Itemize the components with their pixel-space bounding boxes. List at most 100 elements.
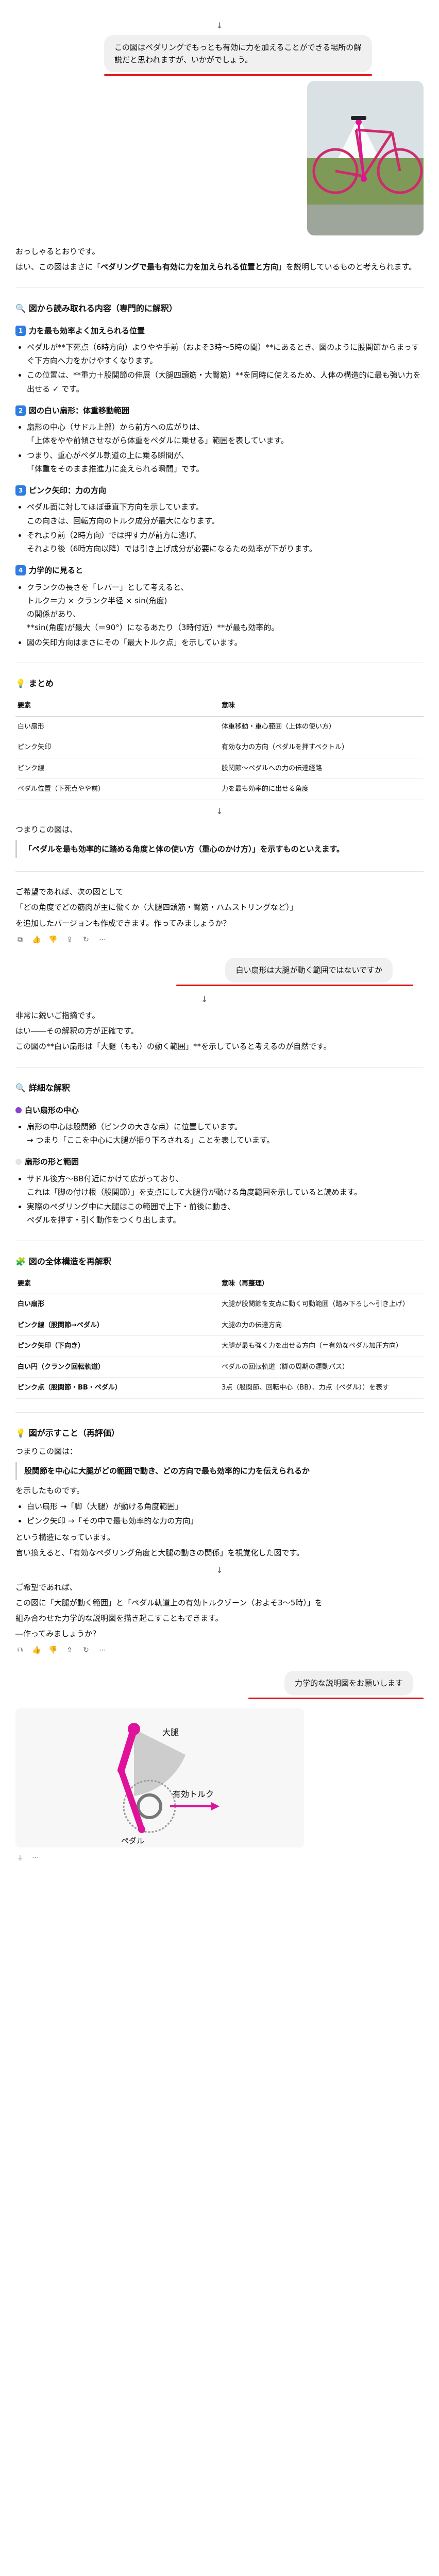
lightbulb-icon: 💡 — [15, 1428, 26, 1438]
subsection-4: 4 力学的に見ると — [15, 564, 424, 577]
conclusion-quote: 「ペダルを最も効率的に踏める角度と体の使い方（重心のかけ方）」を示すものといえま… — [15, 840, 424, 858]
number-badge-3: 3 — [15, 485, 26, 496]
torque-arrow-head — [211, 1802, 220, 1810]
message-actions: ⧉ 👍 👎 ⇪ ↻ ⋯ — [15, 1646, 424, 1655]
table-header: 意味 — [220, 696, 424, 717]
thigh-range-sector — [134, 1728, 185, 1796]
offer-text: ―作ってみましょうか？ — [15, 1629, 100, 1639]
summary-table: 要素 意味 白い扇形 体重移動・重心範囲（上体の使い方） ピンク矢印 有効な力の方向… — [15, 696, 424, 800]
highlight-underline — [176, 984, 413, 986]
table-row: ピンク点（股関節・BB・ペダル） 3点（股関節、回転中心（BB）、力点（ペダル））… — [15, 1377, 424, 1399]
number-badge-2: 2 — [15, 405, 26, 416]
magnifier-icon: 🔍 — [15, 1082, 26, 1093]
more-icon[interactable]: ⋯ — [98, 1646, 107, 1655]
scroll-down-icon: ↓ — [216, 806, 223, 816]
table-row: ピンク矢印（下向き） 大腿が最も強く力を出せる方向（＝有効なペダル加圧方向） — [15, 1335, 424, 1357]
bicycle-photo[interactable] — [307, 81, 424, 235]
offer-text: 組み合わせた力学的な説明図を描き起こすこともできます。 — [15, 1614, 223, 1623]
regenerate-icon[interactable]: ↻ — [81, 1646, 91, 1655]
scroll-down-icon: ↓ — [216, 21, 223, 30]
list: ペダルが**下死点（6時方向）よりやや手前（およそ3時〜5時の間）**にあるとき… — [27, 341, 424, 396]
pedal-label: ペダル — [121, 1836, 144, 1845]
user-message-1: この図はペダリングでもっとも有効に力を加えることができる場所の解説だと思われます… — [15, 35, 424, 235]
paragraph: を示したものです。 — [15, 1486, 85, 1496]
section-heading: 💡 図が示すこと（再評価） — [15, 1426, 424, 1440]
list-item: 実際のペダリング中に大腿はこの範囲で上下・前後に動き、ペダルを押す・引く動作をつ… — [27, 1200, 424, 1227]
purple-dot-icon — [15, 1107, 22, 1113]
thumbs-up-icon[interactable]: 👍 — [32, 935, 41, 944]
magnifier-icon: 🔍 — [15, 303, 26, 313]
bicycle-illustration — [307, 81, 424, 235]
subsection-b: 扇形の形と範囲 — [15, 1155, 424, 1168]
table-row: ピンク線（股関節→ペダル） 大腿の力の伝達方向 — [15, 1315, 424, 1336]
table-row: ピンク矢印 有効な力の方向（ペダルを押すベクトル） — [15, 737, 424, 758]
regenerate-icon[interactable]: ↻ — [81, 935, 91, 944]
list-item: 扇形の中心（サドル上部）から前方への広がりは、「上体をやや前傾させながら体重をペ… — [27, 420, 424, 448]
assistant-response-2: 非常に鋭いご指摘です。 はい――その解釈の方が正確です。 この図の**白い扇形は… — [15, 1009, 424, 1655]
response-intro: はい――その解釈の方が正確です。 — [15, 1026, 139, 1036]
hip-joint-point — [128, 1722, 140, 1735]
more-icon[interactable]: ⋯ — [31, 1854, 40, 1863]
response-intro: この図の**白い扇形は「大腿（もも）の動く範囲」**を示していると考えるのが自然… — [15, 1042, 331, 1052]
thumbs-down-icon[interactable]: 👎 — [48, 935, 58, 944]
share-icon[interactable]: ⇪ — [65, 935, 74, 944]
copy-icon[interactable]: ⧉ — [15, 935, 25, 944]
list-item: この位置は、**重力＋股関節の伸展（大腿四頭筋・大臀筋）**を同時に使えるため、… — [27, 368, 424, 396]
list-item: つまり、重心がペダル軌道の上に乗る瞬間が、「体重をそのまま推進力に変えられる瞬間… — [27, 449, 424, 476]
torque-label: 有効トルク — [173, 1789, 214, 1799]
section-heading: 🧩 図の全体構造を再解釈 — [15, 1255, 424, 1269]
number-badge-1: 1 — [15, 325, 26, 336]
mechanics-diagram[interactable]: 大腿 有効トルク ペダル — [15, 1708, 304, 1848]
thigh-label: 大腿 — [162, 1727, 179, 1737]
subsection-1: 1 力を最も効率よく加えられる位置 — [15, 324, 424, 337]
highlight-underline — [248, 1697, 424, 1699]
copy-icon[interactable]: ⧉ — [15, 1646, 25, 1655]
image-actions: ⤓ ⋯ — [15, 1854, 424, 1863]
download-icon[interactable]: ⤓ — [15, 1854, 25, 1863]
paragraph: つまりこの図は： — [15, 1446, 78, 1456]
number-badge-4: 4 — [15, 565, 26, 576]
table-header: 意味（再整理） — [220, 1274, 424, 1295]
section-heading: 🔍 図から読み取れる内容（専門的に解釈） — [15, 301, 424, 316]
user-message-bubble: 白い扇形は大腿が動く範囲ではないですか — [225, 957, 393, 982]
response-intro: 非常に鋭いご指摘です。 — [15, 1010, 100, 1020]
paragraph: 言い換えると、「有効なペダリング角度と大腿の動きの関係」を視覚化した図です。 — [15, 1548, 304, 1558]
offer-text: を追加したバージョンも作成できます。作ってみましょうか？ — [15, 918, 231, 928]
divider — [15, 287, 424, 288]
list: サドル後方〜BB付近にかけて広がっており、これは「脚の付け根（股関節）」を支点に… — [27, 1172, 424, 1227]
thumbs-down-icon[interactable]: 👎 — [48, 1646, 58, 1655]
thumbs-up-icon[interactable]: 👍 — [32, 1646, 41, 1655]
share-icon[interactable]: ⇪ — [65, 1646, 74, 1655]
conclusion: つまりこの図は、 — [15, 824, 78, 834]
user-message-bubble: この図はペダリングでもっとも有効に力を加えることができる場所の解説だと思われます… — [104, 35, 372, 72]
paragraph: という構造になっています。 — [15, 1533, 115, 1542]
scroll-down-icon: ↓ — [201, 994, 208, 1004]
subsection-a: 白い扇形の中心 — [15, 1104, 424, 1117]
list: ペダル面に対してほぼ垂直下方向を示しています。この向きは、回転方向のトルク成分が… — [27, 500, 424, 555]
user-message-bubble: 力学的な説明図をお願いします — [284, 1670, 413, 1696]
summary-heading: 💡 まとめ — [15, 676, 424, 691]
list-item: クランクの長さを「レバー」として考えると、トルク＝力 × クランク半径 × si… — [27, 581, 424, 635]
divider — [15, 871, 424, 872]
list-item: サドル後方〜BB付近にかけて広がっており、これは「脚の付け根（股関節）」を支点に… — [27, 1172, 424, 1199]
list-item: 図の矢印方向はまさにその「最大トルク点」を示しています。 — [27, 636, 424, 649]
table-row: ペダル位置（下死点やや前） 力を最も効率的に出せる角度 — [15, 778, 424, 800]
assistant-response-1: おっしゃるとおりです。 はい、この図はまさに「ペダリングで最も有効に力を加えられ… — [15, 245, 424, 944]
offer-text: この図に「大腿が動く範囲」と「ペダル軌道上の有効トルクゾーン（およそ3〜5時）」… — [15, 1598, 323, 1607]
highlight-underline — [104, 74, 372, 76]
table-row: 白い扇形 体重移動・重心範囲（上体の使い方） — [15, 716, 424, 737]
scroll-down-icon: ↓ — [216, 1565, 223, 1575]
quote-block: 股関節を中心に大腿がどの範囲で動き、どの方向で最も効率的に力を伝えられるか — [15, 1462, 424, 1480]
user-message-2: 白い扇形は大腿が動く範囲ではないですか — [15, 957, 424, 986]
reinterpret-table: 要素 意味（再整理） 白い扇形 大腿が股関節を支点に動く可動範囲（踏み下ろし〜引き… — [15, 1274, 424, 1399]
table-row: 白い円（クランク回転軌道） ペダルの回転軌道（脚の周期の運動パス） — [15, 1357, 424, 1378]
more-icon[interactable]: ⋯ — [98, 935, 107, 944]
section-heading: 🔍 詳細な解釈 — [15, 1081, 424, 1095]
list-item: 扇形の中心は股関節（ピンクの大きな点）に位置しています。→ つまり「ここを中心に… — [27, 1120, 424, 1147]
list: 扇形の中心（サドル上部）から前方への広がりは、「上体をやや前傾させながら体重をペ… — [27, 420, 424, 476]
table-row: 白い扇形 大腿が股関節を支点に動く可動範囲（踏み下ろし〜引き上げ） — [15, 1294, 424, 1315]
response-intro-2: はい、この図はまさに「ペダリングで最も有効に力を加えられる位置と方向」を説明して… — [15, 262, 417, 272]
table-header: 要素 — [15, 1274, 220, 1295]
divider — [15, 1412, 424, 1413]
response-intro: おっしゃるとおりです。 — [15, 247, 100, 256]
